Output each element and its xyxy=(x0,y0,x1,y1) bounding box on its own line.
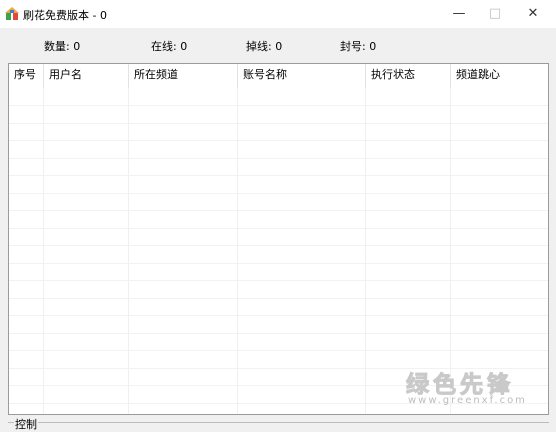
row-divider xyxy=(9,105,548,106)
row-divider xyxy=(9,140,548,141)
row-divider xyxy=(9,245,548,246)
stats-bar: 数量: 0 在线: 0 掉线: 0 封号: 0 xyxy=(0,28,556,62)
row-divider xyxy=(9,227,548,229)
minimize-button[interactable]: — xyxy=(442,0,476,28)
column-divider xyxy=(43,88,44,414)
column-divider xyxy=(128,88,129,414)
list-header: 序号 用户名 所在频道 账号名称 执行状态 频道跳心 xyxy=(9,64,548,88)
stat-offline: 掉线: 0 xyxy=(246,40,283,53)
row-divider xyxy=(9,192,548,194)
column-header-channel[interactable]: 所在频道 xyxy=(129,64,238,88)
row-divider xyxy=(9,175,548,176)
column-divider xyxy=(365,88,366,414)
account-list[interactable]: 序号 用户名 所在频道 账号名称 执行状态 频道跳心 xyxy=(8,63,549,415)
window-title: 刷花免费版本 - 0 xyxy=(23,9,107,22)
app-icon xyxy=(5,7,19,20)
row-divider xyxy=(9,332,548,334)
column-header-index[interactable]: 序号 xyxy=(9,64,44,88)
close-button[interactable]: ✕ xyxy=(516,0,550,28)
row-divider xyxy=(9,350,548,351)
row-divider xyxy=(9,262,548,264)
column-header-heartbeat[interactable]: 频道跳心 xyxy=(451,64,548,88)
column-header-status[interactable]: 执行状态 xyxy=(366,64,451,88)
stat-count: 数量: 0 xyxy=(44,40,81,53)
row-divider xyxy=(9,280,548,281)
row-divider xyxy=(9,210,548,211)
row-divider xyxy=(9,315,548,316)
stat-banned: 封号: 0 xyxy=(340,40,377,53)
column-header-username[interactable]: 用户名 xyxy=(44,64,129,88)
control-group-label: 控制 xyxy=(14,416,38,432)
column-divider xyxy=(237,88,238,414)
watermark: 绿色先锋 www.greenxf.com xyxy=(406,365,534,413)
row-divider xyxy=(9,122,548,124)
row-divider xyxy=(9,297,548,299)
stat-online: 在线: 0 xyxy=(151,40,188,53)
watermark-url: www.greenxf.com xyxy=(408,395,527,406)
watermark-text: 绿色先锋 xyxy=(406,372,514,399)
control-group-border xyxy=(8,422,549,423)
maximize-button[interactable]: □ xyxy=(478,0,512,28)
column-header-account-name[interactable]: 账号名称 xyxy=(238,64,366,88)
row-divider xyxy=(9,157,548,159)
title-bar: 刷花免费版本 - 0 — □ ✕ xyxy=(0,0,556,28)
